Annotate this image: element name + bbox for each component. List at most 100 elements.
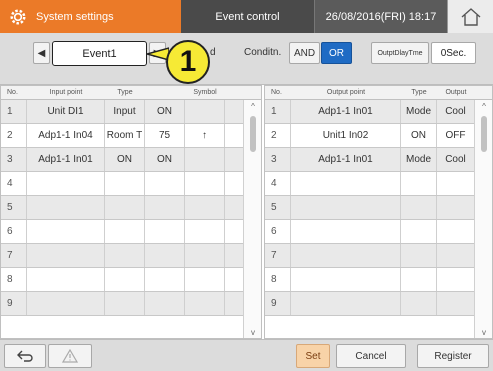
scroll-down-icon[interactable]: v [475,326,492,338]
event-toolbar: ◀ Event1 ▶ 1 d Conditn. AND OR OutptDlay… [0,33,493,85]
row-no: 6 [1,220,27,243]
row-no: 1 [1,100,27,123]
scroll-up-icon[interactable]: ^ [244,100,261,112]
set-button[interactable]: Set [296,344,330,368]
output-table: No. Output point Type Output 1 Adp1-1 In0… [264,85,493,339]
output-point [291,172,401,195]
input-type [105,244,145,267]
cancel-button[interactable]: Cancel [336,344,406,368]
input-point [27,244,105,267]
output-value: Cool [437,148,475,171]
event-control-title: Event control [181,0,314,33]
output-rows: 1 Adp1-1 In01 Mode Cool 2 Unit1 In02 ON OFF 3A… [265,100,492,316]
input-symbol [185,220,225,243]
input-point [27,220,105,243]
table-row[interactable]: 6 [1,220,261,244]
input-table: No. Input point Type Symbol 1 Unit DI1 Inp… [0,85,262,339]
table-row[interactable]: 1 Unit DI1 Input ON [1,100,261,124]
table-row[interactable]: 1 Adp1-1 In01 Mode Cool [265,100,492,124]
output-point [291,268,401,291]
row-no: 3 [1,148,27,171]
input-table-header: No. Input point Type Symbol [1,86,261,100]
top-header: System settings Event control 26/08/2016… [0,0,493,33]
input-point [27,292,105,315]
table-row[interactable]: 6 [265,220,492,244]
warning-button[interactable] [48,344,92,368]
gear-icon [10,9,26,24]
input-setting [145,172,185,195]
table-row[interactable]: 3 Adp1-1 In01 Mode Cool [265,148,492,172]
table-row[interactable]: 5 [1,196,261,220]
row-no: 2 [265,124,291,147]
output-point: Adp1-1 In01 [291,148,401,171]
register-button[interactable]: Register [417,344,489,368]
input-point [27,268,105,291]
input-type: Input [105,100,145,123]
scroll-down-icon[interactable]: v [244,326,261,338]
row-no: 9 [1,292,27,315]
table-row[interactable]: 7 [265,244,492,268]
table-row[interactable]: 4 [1,172,261,196]
input-point [27,172,105,195]
input-type [105,172,145,195]
table-row[interactable]: 2 Adp1-1 In04 Room T 75 ↑ [1,124,261,148]
col-no: No. [7,89,18,96]
input-point: Adp1-1 In01 [27,148,105,171]
input-setting [145,268,185,291]
input-type: Room T [105,124,145,147]
row-no: 9 [265,292,291,315]
output-type [401,196,437,219]
output-type [401,292,437,315]
or-condition-button[interactable]: OR [321,42,352,64]
table-row[interactable]: 5 [265,196,492,220]
chevron-left-icon: ◀ [37,47,46,59]
output-value: OFF [437,124,475,147]
and-condition-button[interactable]: AND [289,42,320,64]
row-no: 4 [265,172,291,195]
event-name-field[interactable]: Event1 [52,41,147,66]
output-point: Unit1 In02 [291,124,401,147]
input-symbol [185,244,225,267]
scrollbar-thumb[interactable] [250,116,256,152]
output-type: Mode [401,100,437,123]
input-setting [145,220,185,243]
input-symbol: ↑ [185,124,225,147]
row-no: 6 [265,220,291,243]
input-symbol [185,268,225,291]
table-row[interactable]: 8 [265,268,492,292]
back-button[interactable] [4,344,46,368]
input-point: Adp1-1 In04 [27,124,105,147]
warning-icon [62,349,78,363]
table-row[interactable]: 2 Unit1 In02 ON OFF [265,124,492,148]
table-row[interactable]: 9 [1,292,261,316]
output-delay-time-button[interactable]: OutptDlayTme [371,42,429,64]
output-delay-time-value[interactable]: 0Sec. [431,42,476,64]
table-row[interactable]: 7 [1,244,261,268]
system-settings-tab[interactable]: System settings [0,0,181,33]
table-row[interactable]: 3 Adp1-1 In01 ON ON [1,148,261,172]
output-point [291,244,401,267]
output-value [437,268,475,291]
row-no: 7 [1,244,27,267]
home-icon [461,7,480,26]
input-symbol [185,172,225,195]
scrollbar-thumb[interactable] [481,116,487,152]
output-value: Cool [437,100,475,123]
output-value [437,172,475,195]
input-table-scrollbar[interactable]: ^ v [243,100,261,338]
previous-event-button[interactable]: ◀ [33,42,50,64]
input-setting: ON [145,100,185,123]
table-row[interactable]: 4 [265,172,492,196]
home-button[interactable] [447,0,493,33]
col-type: Type [411,89,427,96]
scroll-up-icon[interactable]: ^ [475,100,492,112]
col-symbol: Symbol [193,89,217,96]
table-row[interactable]: 8 [1,268,261,292]
output-type [401,172,437,195]
table-row[interactable]: 9 [265,292,492,316]
input-type [105,220,145,243]
output-point [291,196,401,219]
callout-number-badge: 1 [166,40,210,84]
row-no: 8 [265,268,291,291]
output-table-scrollbar[interactable]: ^ v [474,100,492,338]
